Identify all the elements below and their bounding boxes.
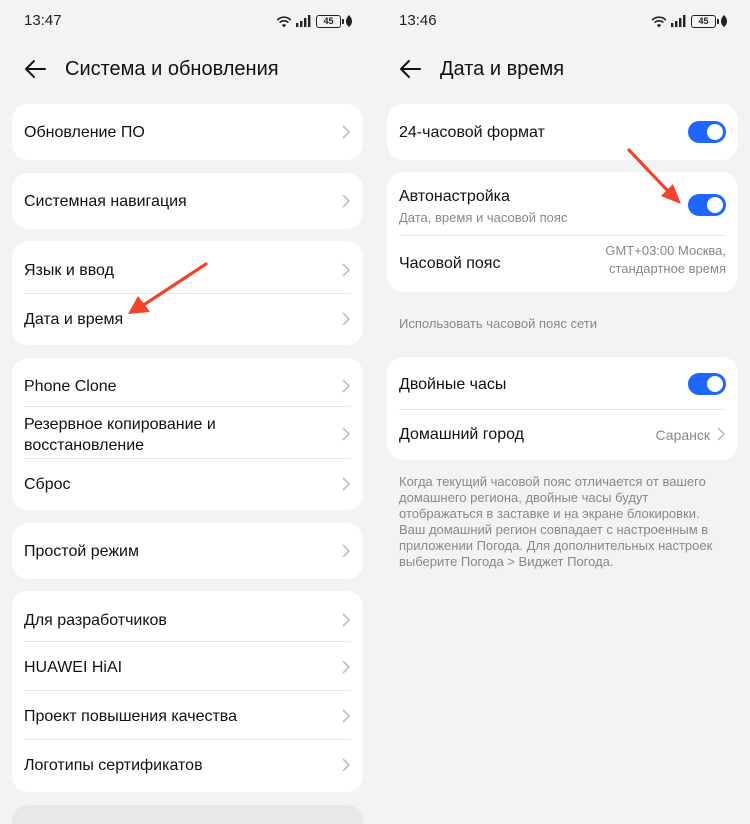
chevron-right-icon <box>342 379 351 393</box>
settings-item-label: Для разработчиков <box>24 612 167 629</box>
settings-card: Двойные часы Домашний город Саранск <box>387 357 738 460</box>
signal-icon <box>671 15 686 27</box>
chevron-right-icon <box>342 477 351 491</box>
settings-item-backup-restore[interactable]: Резервное копирование и восстановление <box>12 406 363 458</box>
settings-item-reset[interactable]: Сброс <box>12 458 363 510</box>
settings-item-label: HUAWEI HiAI <box>24 659 123 676</box>
settings-item-huawei-hiai[interactable]: HUAWEI HiAI <box>12 641 363 690</box>
settings-card: Для разработчиков HUAWEI HiAI Проект пов… <box>12 591 363 792</box>
settings-card: Автонастройка Дата, время и часовой пояс… <box>387 172 738 292</box>
setting-auto: Автонастройка Дата, время и часовой пояс <box>387 172 738 234</box>
settings-card-partial[interactable] <box>12 805 363 824</box>
settings-item-label: Проект повышения качества <box>24 708 238 725</box>
settings-item-simple-mode[interactable]: Простой режим <box>12 523 363 579</box>
settings-item-label: Язык и ввод <box>24 262 114 279</box>
settings-card: Системная навигация <box>12 173 363 229</box>
settings-item-label: Дата и время <box>24 311 124 328</box>
settings-item-label: Простой режим <box>24 543 139 560</box>
status-bar: 13:46 45 <box>375 0 750 44</box>
chevron-right-icon <box>342 194 351 208</box>
chevron-right-icon <box>342 427 351 441</box>
chevron-right-icon <box>342 312 351 326</box>
page-title: Дата и время <box>440 58 565 80</box>
chevron-right-icon <box>342 709 351 723</box>
settings-item-label: Логотипы сертификатов <box>24 757 203 774</box>
setting-label: 24-часовой формат <box>399 124 545 141</box>
setting-timezone[interactable]: Часовой пояс GMT+03:00 Москва, стандартн… <box>387 234 738 291</box>
chevron-right-icon <box>342 660 351 674</box>
status-time: 13:47 <box>24 12 62 29</box>
battery-icon: 45 <box>316 14 344 28</box>
settings-card: 24-часовой формат <box>387 104 738 160</box>
settings-card: Простой режим <box>12 523 363 579</box>
chevron-right-icon <box>342 544 351 558</box>
back-arrow-icon[interactable] <box>23 56 49 82</box>
status-icons: 45 <box>276 13 353 29</box>
settings-item-label: Обновление ПО <box>24 124 145 141</box>
setting-label: Автонастройка <box>399 188 510 205</box>
chevron-right-icon <box>342 263 351 277</box>
timezone-value-line1: GMT+03:00 Москва, <box>605 243 726 258</box>
settings-item-certificate-logos[interactable]: Логотипы сертификатов <box>12 739 363 792</box>
status-time: 13:46 <box>399 12 437 29</box>
network-timezone-note: Использовать часовой пояс сети <box>399 316 597 331</box>
toggle-24h-format[interactable] <box>688 121 726 143</box>
setting-subtitle: Дата, время и часовой пояс <box>399 210 568 225</box>
settings-item-quality-program[interactable]: Проект повышения качества <box>12 690 363 739</box>
page-title: Система и обновления <box>65 58 279 80</box>
settings-item-label: Системная навигация <box>24 193 187 210</box>
right-screen: 13:46 45 Дата и время 24-часовой формат … <box>375 0 750 824</box>
timezone-value: GMT+03:00 Москва, стандартное время <box>605 242 726 278</box>
settings-item-date-time[interactable]: Дата и время <box>12 293 363 345</box>
setting-label: Двойные часы <box>399 376 507 393</box>
chevron-right-icon <box>342 125 351 139</box>
leaf-icon <box>721 15 727 27</box>
setting-label: Домашний город <box>399 426 524 443</box>
setting-home-city[interactable]: Домашний город Саранск <box>387 409 738 460</box>
dual-clock-note: Когда текущий часовой пояс отличается от… <box>399 474 713 569</box>
page-header: Система и обновления <box>0 50 375 90</box>
settings-item-developer-options[interactable]: Для разработчиков <box>12 591 363 641</box>
chevron-right-icon <box>717 427 726 441</box>
toggle-dual-clock[interactable] <box>688 373 726 395</box>
left-screen: 13:47 45 Система и обновления Обновление… <box>0 0 375 824</box>
page-header: Дата и время <box>375 50 750 90</box>
setting-label: Часовой пояс <box>399 255 501 272</box>
signal-icon <box>296 15 311 27</box>
timezone-value-line2: стандартное время <box>608 261 726 276</box>
leaf-icon <box>346 15 352 27</box>
setting-24h-format: 24-часовой формат <box>387 104 738 160</box>
settings-item-phone-clone[interactable]: Phone Clone <box>12 358 363 406</box>
settings-item-system-navigation[interactable]: Системная навигация <box>12 173 363 229</box>
settings-item-software-update[interactable]: Обновление ПО <box>12 104 363 160</box>
chevron-right-icon <box>342 613 351 627</box>
settings-item-label: Резервное копирование и восстановление <box>24 416 216 454</box>
home-city-value: Саранск <box>655 427 710 443</box>
settings-item-label: Сброс <box>24 476 71 493</box>
battery-icon: 45 <box>691 14 719 28</box>
settings-card: Phone Clone Резервное копирование и восс… <box>12 358 363 510</box>
settings-card: Обновление ПО <box>12 104 363 160</box>
chevron-right-icon <box>342 758 351 772</box>
wifi-icon <box>276 15 292 27</box>
toggle-auto[interactable] <box>688 194 726 216</box>
settings-item-language-input[interactable]: Язык и ввод <box>12 241 363 293</box>
back-arrow-icon[interactable] <box>398 56 424 82</box>
setting-dual-clock: Двойные часы <box>387 357 738 409</box>
status-icons: 45 <box>651 13 728 29</box>
settings-card: Язык и ввод Дата и время <box>12 241 363 345</box>
status-bar: 13:47 45 <box>0 0 375 44</box>
settings-item-label: Phone Clone <box>24 378 117 395</box>
wifi-icon <box>651 15 667 27</box>
